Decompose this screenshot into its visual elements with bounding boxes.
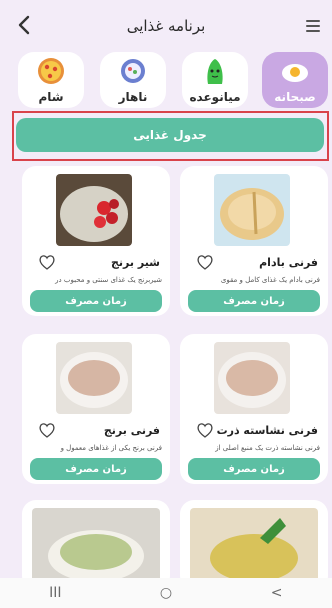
food-image bbox=[190, 508, 318, 588]
meal-tabs: صبحانه میانوعده ناهار شام bbox=[0, 52, 332, 108]
food-description: شیربرنج یک غذای سنتی و محبوب در bbox=[55, 276, 162, 284]
food-name: فرنی بادام bbox=[259, 256, 318, 269]
consume-time-button[interactable]: زمان مصرف bbox=[30, 290, 162, 312]
food-name: فرنی برنج bbox=[103, 424, 160, 437]
pizza-icon bbox=[38, 58, 64, 84]
food-image bbox=[56, 342, 132, 414]
food-image bbox=[214, 174, 290, 246]
food-description: فرنی بادام یک غذای کامل و مقوی bbox=[220, 276, 320, 284]
egg-icon bbox=[282, 64, 308, 82]
food-card[interactable] bbox=[180, 500, 328, 590]
food-card[interactable]: فرنی بادام فرنی بادام یک غذای کامل و مقو… bbox=[180, 166, 328, 316]
heart-icon[interactable] bbox=[38, 422, 56, 438]
tab-snack[interactable]: میانوعده bbox=[182, 52, 248, 108]
food-card[interactable]: فرنی برنج فرنی برنج یکی از غذاهای معمول … bbox=[22, 334, 170, 484]
back-arrow-icon[interactable] bbox=[14, 14, 36, 36]
food-image bbox=[56, 174, 132, 246]
food-card[interactable] bbox=[22, 500, 170, 590]
tab-label: میانوعده bbox=[189, 90, 241, 104]
heart-icon[interactable] bbox=[196, 254, 214, 270]
app-header: برنامه غذایی bbox=[0, 0, 332, 52]
food-name: شیر برنج bbox=[110, 256, 160, 269]
meal-schedule-button[interactable]: جدول غذایی bbox=[16, 118, 324, 152]
plate-icon bbox=[121, 59, 145, 83]
food-image bbox=[32, 508, 160, 588]
page-title: برنامه غذایی bbox=[126, 17, 206, 35]
menu-icon[interactable] bbox=[306, 20, 320, 32]
tab-lunch[interactable]: ناهار bbox=[100, 52, 166, 108]
consume-time-button[interactable]: زمان مصرف bbox=[188, 458, 320, 480]
heart-icon[interactable] bbox=[196, 422, 214, 438]
home-button[interactable]: ○ bbox=[146, 583, 186, 603]
food-card[interactable]: فرنی نشاسته ذرت فرنی نشاسته ذرت یک منبع … bbox=[180, 334, 328, 484]
tab-breakfast[interactable]: صبحانه bbox=[262, 52, 328, 108]
food-card[interactable]: شیر برنج شیربرنج یک غذای سنتی و محبوب در… bbox=[22, 166, 170, 316]
heart-icon[interactable] bbox=[38, 254, 56, 270]
back-button[interactable]: < bbox=[257, 583, 297, 603]
food-image bbox=[214, 342, 290, 414]
tab-dinner[interactable]: شام bbox=[18, 52, 84, 108]
tab-label: صبحانه bbox=[274, 90, 316, 104]
food-description: فرنی برنج یکی از غذاهای معمول و bbox=[60, 444, 162, 452]
food-description: فرنی نشاسته ذرت یک منبع اصلی از bbox=[215, 444, 320, 452]
consume-time-button[interactable]: زمان مصرف bbox=[30, 458, 162, 480]
consume-time-button[interactable]: زمان مصرف bbox=[188, 290, 320, 312]
recents-button[interactable]: III bbox=[35, 583, 75, 603]
tab-label: شام bbox=[38, 90, 64, 104]
vegetable-icon bbox=[207, 59, 223, 84]
system-navbar: III ○ < bbox=[0, 578, 332, 608]
tab-label: ناهار bbox=[118, 90, 148, 104]
food-name: فرنی نشاسته ذرت bbox=[216, 424, 318, 437]
